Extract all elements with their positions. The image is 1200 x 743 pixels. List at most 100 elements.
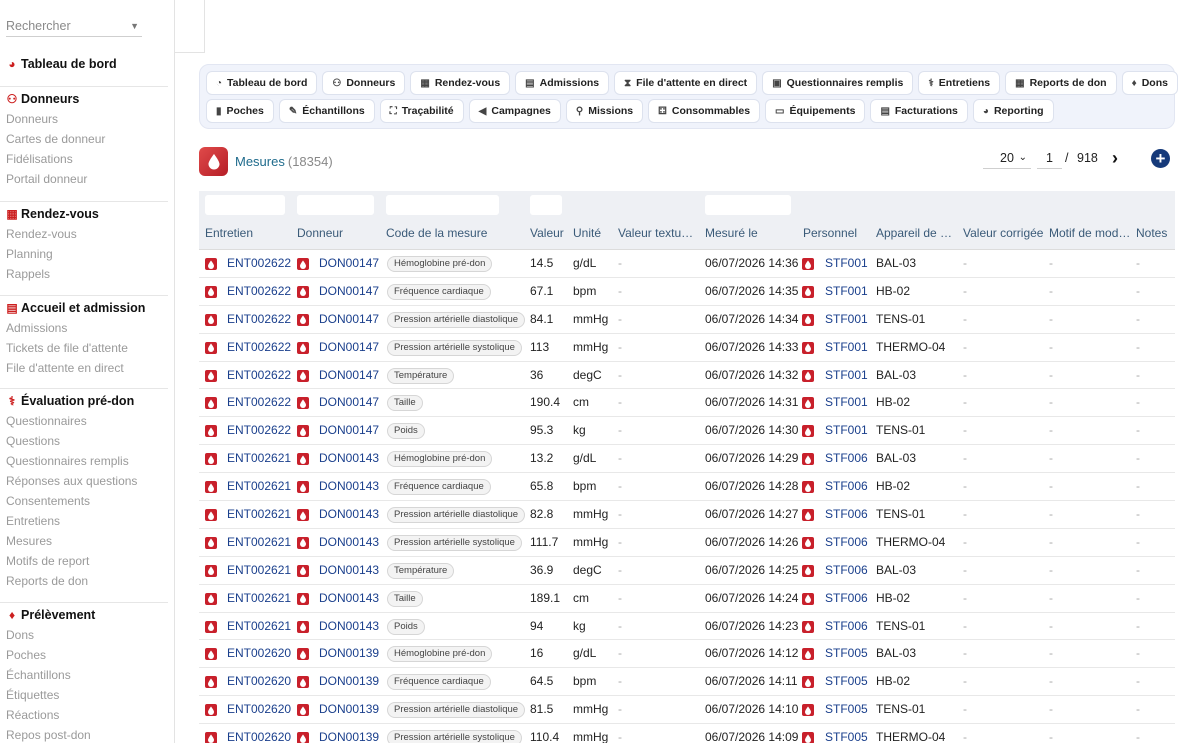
table-row[interactable]: ENT002622 DON00147 Taille 190.4 cm - 06/07/202… (199, 389, 1175, 418)
sidebar-group-header[interactable]: ▤ Accueil et admission (0, 298, 168, 318)
next-page-icon[interactable]: › (1112, 148, 1118, 169)
table-cell[interactable]: DON00147 (319, 389, 379, 417)
nav-chip[interactable]: ▤ Facturations (870, 99, 968, 123)
column-header[interactable]: Notes (1136, 226, 1167, 240)
table-row[interactable]: ENT002620 DON00139 Fréquence cardiaque 64.5… (199, 668, 1175, 697)
table-cell[interactable]: ENT002622 (227, 362, 291, 390)
sidebar-item[interactable]: Dons (0, 625, 168, 645)
filter-donneur[interactable] (297, 195, 374, 215)
table-cell[interactable]: DON00147 (319, 278, 379, 306)
sidebar-item[interactable]: Cartes de donneur (0, 129, 168, 149)
table-cell[interactable]: DON00143 (319, 529, 379, 557)
sidebar-item[interactable]: Donneurs (0, 109, 168, 129)
nav-chip[interactable]: ▤ Admissions (515, 71, 610, 95)
sidebar-item[interactable]: Planning (0, 244, 168, 264)
table-cell[interactable]: DON00143 (319, 613, 379, 641)
table-cell[interactable]: ENT002622 (227, 278, 291, 306)
table-cell[interactable]: ENT002621 (227, 557, 291, 585)
sidebar-item[interactable]: Réponses aux questions (0, 471, 168, 491)
table-cell[interactable]: STF001 (825, 306, 868, 334)
table-row[interactable]: ENT002621 DON00143 Pression artérielle sys… (199, 529, 1175, 557)
column-header[interactable]: Code de la mesure (386, 226, 487, 240)
column-header[interactable]: Valeur corrigée (963, 226, 1043, 240)
table-cell[interactable]: ENT002620 (227, 640, 291, 668)
sidebar-item[interactable]: Questionnaires (0, 411, 168, 431)
sidebar-search[interactable]: ▼ (6, 17, 142, 37)
sidebar-item[interactable]: Poches (0, 645, 168, 665)
table-cell[interactable]: STF005 (825, 640, 868, 668)
table-row[interactable]: ENT002621 DON00143 Fréquence cardiaque 65.8… (199, 473, 1175, 502)
table-cell[interactable]: STF006 (825, 613, 868, 641)
sidebar-item[interactable]: Admissions (0, 318, 168, 338)
table-cell[interactable]: DON00139 (319, 640, 379, 668)
column-header[interactable]: Mesuré le (705, 226, 758, 240)
column-header[interactable]: Personnel (803, 226, 857, 240)
filter-valeur[interactable] (530, 195, 562, 215)
table-cell[interactable]: ENT002621 (227, 613, 291, 641)
nav-chip[interactable]: ⧗ File d'attente en direct (614, 71, 758, 95)
table-cell[interactable]: STF005 (825, 696, 868, 724)
nav-chip[interactable]: ⚃ Consommables (648, 99, 761, 123)
table-cell[interactable]: STF001 (825, 362, 868, 390)
sidebar-item[interactable]: Motifs de report (0, 551, 168, 571)
table-cell[interactable]: ENT002621 (227, 529, 291, 557)
current-page-input[interactable]: 1 (1037, 147, 1062, 169)
table-cell[interactable]: STF001 (825, 389, 868, 417)
table-cell[interactable]: DON00143 (319, 445, 379, 473)
table-cell[interactable]: STF006 (825, 529, 868, 557)
nav-chip[interactable]: ⛶ Traçabilité (379, 99, 464, 123)
sidebar-item[interactable]: Portail donneur (0, 169, 168, 189)
nav-chip[interactable]: ⚕ Entretiens (918, 71, 1001, 95)
table-row[interactable]: ENT002621 DON00143 Taille 189.1 cm - 06/07/202… (199, 585, 1175, 613)
table-cell[interactable]: DON00147 (319, 417, 379, 445)
table-row[interactable]: ENT002622 DON00147 Hémoglobine pré-don 14.5… (199, 250, 1175, 278)
table-row[interactable]: ENT002621 DON00143 Hémoglobine pré-don 13.2… (199, 445, 1175, 474)
sidebar-item[interactable]: Fidélisations (0, 149, 168, 169)
table-cell[interactable]: DON00147 (319, 362, 379, 390)
table-cell[interactable]: STF006 (825, 445, 868, 473)
search-input[interactable] (6, 17, 126, 33)
nav-chip[interactable]: ▮ Poches (206, 99, 274, 123)
sidebar-item[interactable]: Reports de don (0, 571, 168, 591)
table-cell[interactable]: ENT002620 (227, 696, 291, 724)
table-cell[interactable]: DON00143 (319, 557, 379, 585)
page-size-select[interactable]: 20 ⌄ (983, 147, 1031, 169)
table-row[interactable]: ENT002620 DON00139 Hémoglobine pré-don 16 g/… (199, 640, 1175, 669)
nav-chip[interactable]: ✎ Échantillons (278, 99, 375, 123)
sidebar-item[interactable]: Consentements (0, 491, 168, 511)
sidebar-item[interactable]: Questionnaires remplis (0, 451, 168, 471)
filter-code[interactable] (386, 195, 499, 215)
table-row[interactable]: ENT002622 DON00147 Pression artérielle dia… (199, 306, 1175, 334)
column-header[interactable]: Entretien (205, 226, 253, 240)
table-cell[interactable]: ENT002621 (227, 501, 291, 529)
table-cell[interactable]: ENT002622 (227, 417, 291, 445)
table-cell[interactable]: DON00143 (319, 501, 379, 529)
sidebar-item[interactable]: Tickets de file d'attente (0, 338, 168, 358)
sidebar-item[interactable]: Repos post-don (0, 725, 168, 743)
nav-chip[interactable]: ◔ Tableau de bord (206, 71, 318, 95)
sidebar-item[interactable]: Échantillons (0, 665, 168, 685)
table-cell[interactable]: STF005 (825, 668, 868, 696)
table-cell[interactable]: DON00147 (319, 250, 379, 278)
nav-chip[interactable]: ▦ Rendez-vous (410, 71, 511, 95)
chevron-down-icon[interactable]: ▼ (130, 21, 139, 31)
table-cell[interactable]: DON00139 (319, 696, 379, 724)
filter-entretien[interactable] (205, 195, 285, 215)
nav-chip[interactable]: ▭ Équipements (765, 99, 866, 123)
sidebar-group-header[interactable]: ◕ Tableau de bord (0, 54, 168, 74)
table-row[interactable]: ENT002620 DON00139 Pression artérielle dia… (199, 696, 1175, 725)
table-cell[interactable]: ENT002622 (227, 250, 291, 278)
column-header[interactable]: Valeur (530, 226, 564, 240)
table-cell[interactable]: STF006 (825, 501, 868, 529)
sidebar-item[interactable]: File d'attente en direct (0, 358, 168, 378)
table-cell[interactable]: DON00139 (319, 668, 379, 696)
table-cell[interactable]: ENT002622 (227, 306, 291, 334)
nav-chip[interactable]: ⚇ Donneurs (322, 71, 406, 95)
table-cell[interactable]: STF001 (825, 334, 868, 362)
table-cell[interactable]: STF001 (825, 278, 868, 306)
sidebar-group-header[interactable]: ▦ Rendez-vous (0, 204, 168, 224)
add-record-button[interactable]: + (1151, 149, 1170, 168)
sidebar-item[interactable]: Réactions (0, 705, 168, 725)
sidebar-item[interactable]: Questions (0, 431, 168, 451)
table-cell[interactable]: DON00147 (319, 306, 379, 334)
